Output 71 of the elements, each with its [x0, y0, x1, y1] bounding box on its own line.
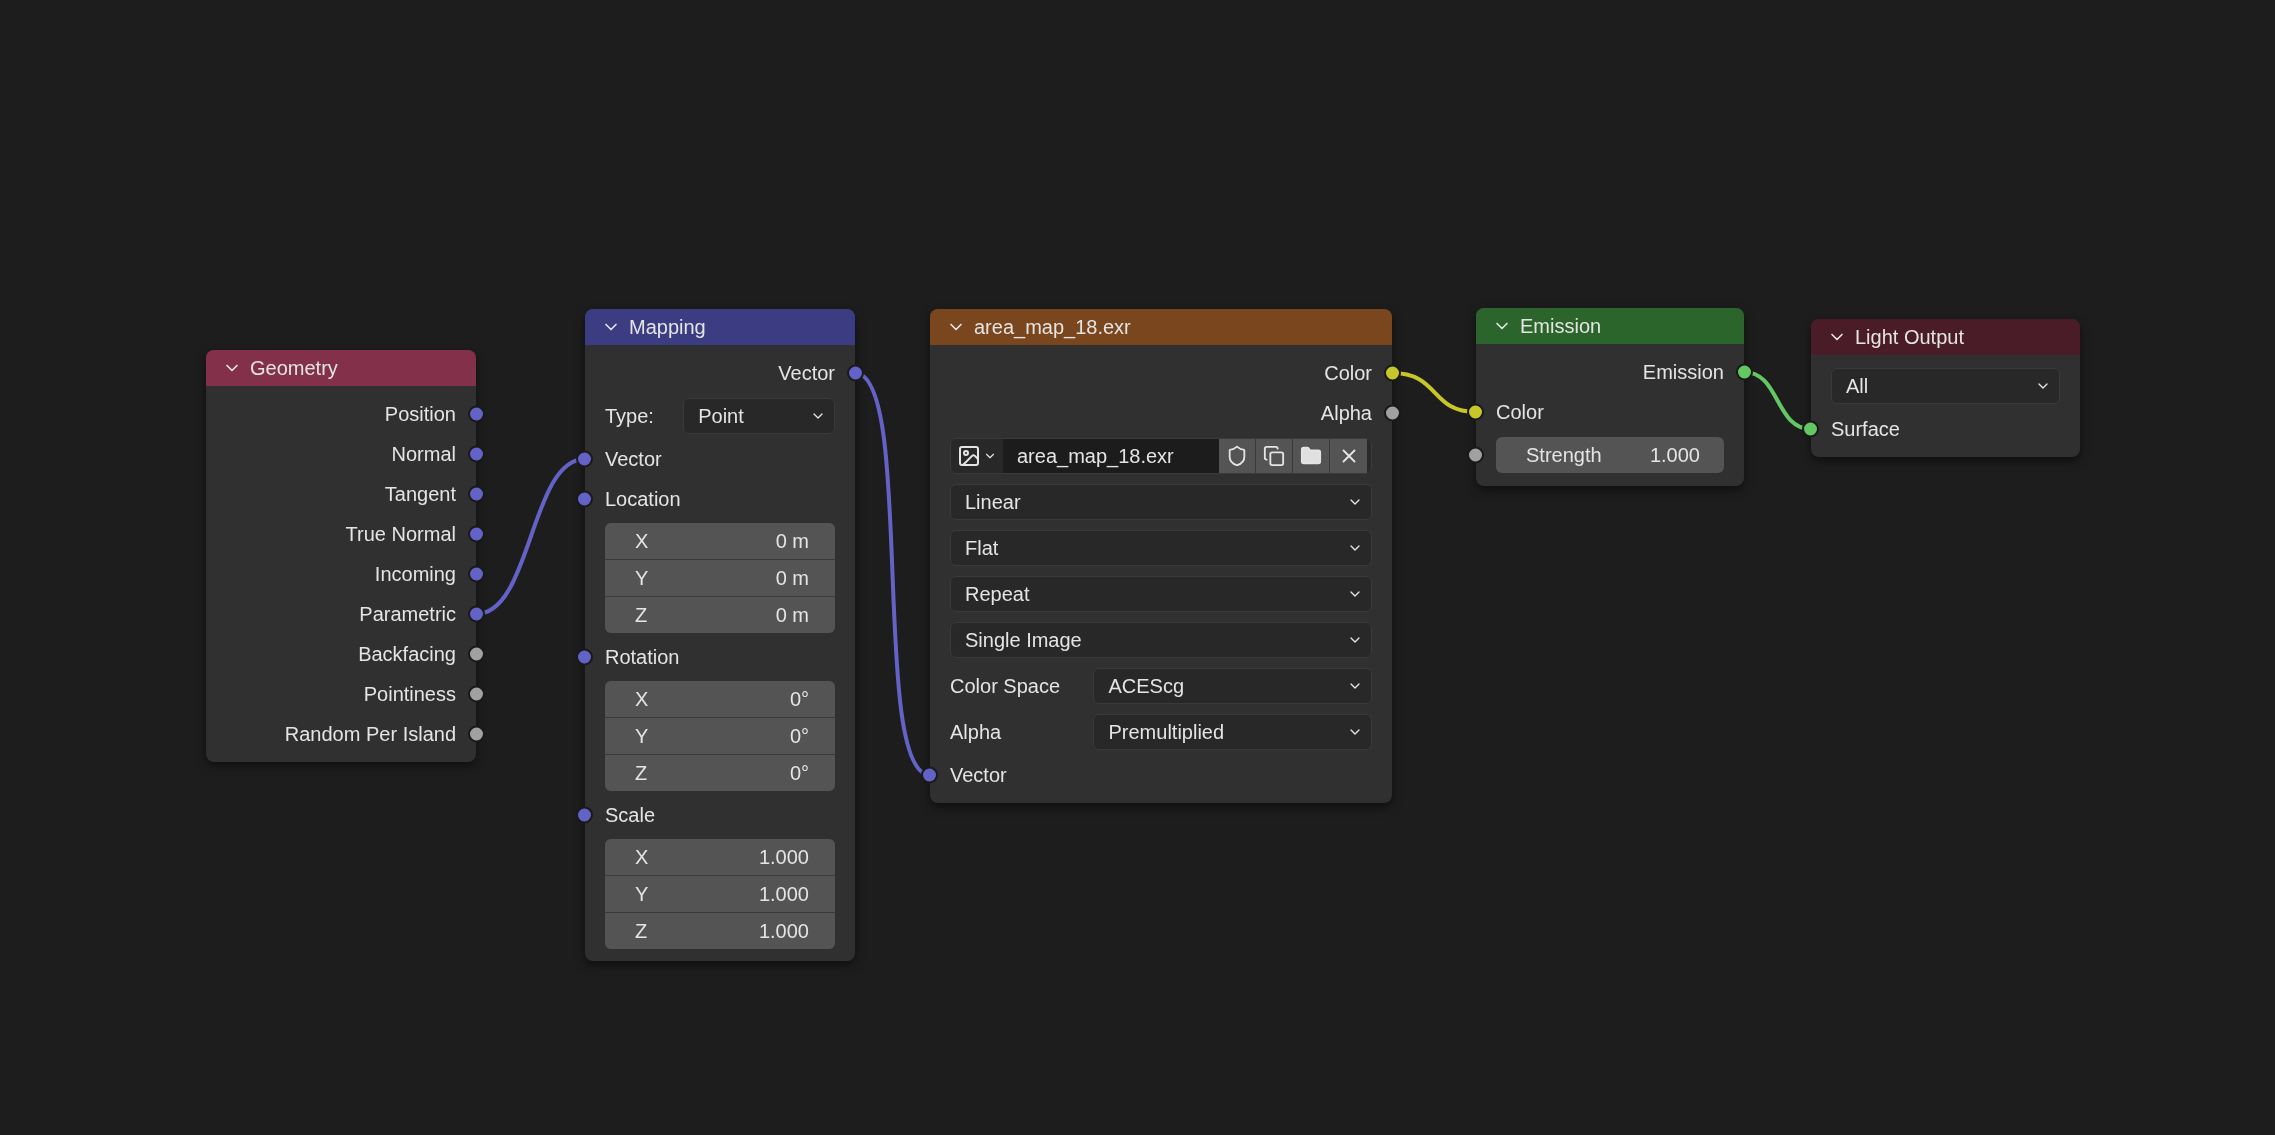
socket-label: Vector: [950, 763, 1007, 788]
axis-label: Z: [635, 761, 648, 786]
node-header[interactable]: Light Output: [1811, 319, 2080, 355]
dropdown[interactable]: Flat: [950, 530, 1372, 566]
field-value: 0°: [789, 724, 809, 749]
axis-label: X: [635, 845, 649, 870]
field-label: Type:: [605, 404, 655, 429]
field-value: 0°: [789, 761, 809, 786]
node-header[interactable]: Mapping: [585, 309, 855, 345]
socket-label: Backfacing: [358, 642, 456, 667]
number-field[interactable]: X 1.000: [605, 839, 835, 875]
field-value: 0 m: [775, 603, 809, 628]
axis-label: Y: [635, 724, 649, 749]
number-field[interactable]: Z 0 m: [605, 597, 835, 633]
dropdown[interactable]: Repeat: [950, 576, 1372, 612]
socket-label: Surface: [1831, 417, 1900, 442]
number-field[interactable]: Z 1.000: [605, 913, 835, 949]
socket-label: Scale: [605, 803, 656, 828]
socket-label: Parametric: [359, 602, 456, 627]
field-value: 1.000: [758, 845, 809, 870]
socket-label: Color: [1324, 361, 1372, 386]
field-value: 0°: [789, 687, 809, 712]
socket-label: Vector: [778, 361, 835, 386]
dropdown[interactable]: All: [1831, 368, 2060, 404]
node-title: Emission: [1520, 314, 1602, 339]
axis-label: Z: [635, 919, 648, 944]
node-header[interactable]: Geometry: [206, 350, 476, 386]
node-title: Geometry: [250, 356, 338, 381]
field-label: Strength: [1526, 443, 1602, 468]
node-title: area_map_18.exr: [974, 315, 1131, 341]
axis-label: Z: [635, 603, 648, 628]
socket-label: Random Per Island: [284, 722, 456, 747]
socket-label: Alpha: [1320, 401, 1372, 426]
node-title: Mapping: [629, 315, 706, 340]
socket-label: Rotation: [605, 645, 680, 670]
number-field[interactable]: Z 0°: [605, 755, 835, 791]
dropdown[interactable]: Linear: [950, 484, 1372, 520]
number-field[interactable]: Y 1.000: [605, 876, 835, 912]
socket-label: Position: [384, 402, 456, 427]
axis-label: Y: [635, 882, 649, 907]
socket-label: Location: [605, 487, 681, 512]
socket-label: Vector: [605, 447, 662, 472]
field-value: 1.000: [758, 919, 809, 944]
socket-label: Incoming: [374, 562, 456, 587]
axis-label: X: [635, 529, 649, 554]
axis-label: Y: [635, 566, 649, 591]
number-field[interactable]: X 0°: [605, 681, 835, 717]
socket-label: Normal: [391, 442, 456, 467]
dropdown[interactable]: ACEScg: [1093, 668, 1372, 704]
dropdown[interactable]: Single Image: [950, 622, 1372, 658]
node-header[interactable]: Emission: [1476, 308, 1744, 344]
node-header[interactable]: area_map_18.exr: [930, 309, 1392, 345]
field-value: 0 m: [775, 529, 809, 554]
number-field[interactable]: X 0 m: [605, 523, 835, 559]
axis-label: X: [635, 687, 649, 712]
dropdown[interactable]: Point: [683, 398, 835, 434]
node-title: Light Output: [1855, 325, 1964, 350]
field-value: 1.000: [1649, 443, 1700, 468]
field-value: 1.000: [758, 882, 809, 907]
number-field[interactable]: Y 0°: [605, 718, 835, 754]
dropdown[interactable]: Premultiplied: [1093, 714, 1372, 750]
number-field[interactable]: Y 0 m: [605, 560, 835, 596]
number-field[interactable]: Strength 1.000: [1496, 437, 1724, 473]
socket-label: True Normal: [345, 522, 456, 547]
socket-label: Color: [1496, 400, 1544, 425]
socket-label: Pointiness: [363, 682, 456, 707]
field-value: 0 m: [775, 566, 809, 591]
field-label: Alpha: [950, 720, 1003, 745]
field-label: Color Space: [950, 674, 1062, 699]
socket-label: Tangent: [384, 482, 456, 507]
socket-label: Emission: [1642, 360, 1724, 385]
